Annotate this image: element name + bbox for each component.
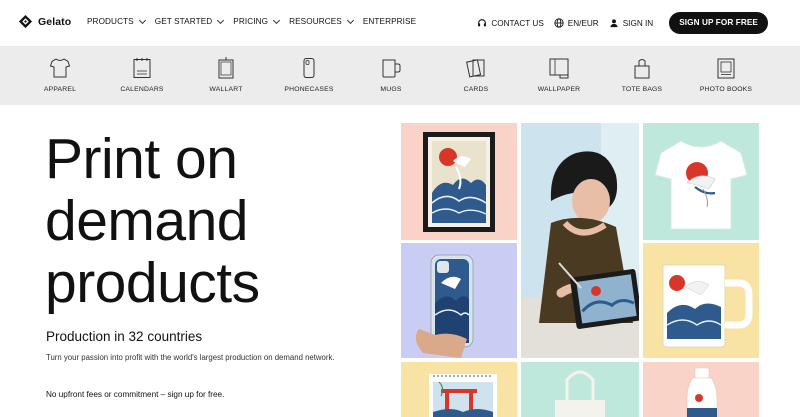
top-navigation: Gelato PRODUCTS GET STARTED PRICING RESO…	[0, 0, 800, 46]
locale-label: EN/EUR	[567, 18, 599, 28]
sign-up-button[interactable]: SIGN UP FOR FREE	[669, 12, 768, 34]
headset-icon	[478, 19, 487, 27]
photo-book-icon	[717, 58, 735, 79]
bottle-product-image	[643, 362, 759, 417]
hero-note: No upfront fees or commitment – sign up …	[46, 390, 225, 399]
calendar-icon	[133, 58, 151, 78]
tote-bag-illustration	[555, 370, 605, 417]
chevron-down-icon	[346, 16, 354, 24]
globe-icon	[554, 18, 564, 28]
chevron-down-icon	[273, 16, 281, 24]
sign-in-label: SIGN IN	[622, 18, 654, 28]
chevron-down-icon	[138, 16, 146, 24]
nav-enterprise[interactable]: ENTERPRISE	[363, 17, 416, 26]
category-label: APPAREL	[43, 86, 77, 93]
gelato-logo-icon	[18, 14, 33, 29]
tshirt-icon	[49, 58, 71, 78]
brand-logo[interactable]: Gelato	[18, 14, 71, 29]
nav-pricing-label: PRICING	[233, 17, 269, 26]
category-label: CARDS	[463, 86, 489, 93]
tshirt-product-image	[643, 123, 759, 240]
hero-title: Print on demand products	[45, 128, 260, 314]
sign-in-link[interactable]: SIGN IN	[609, 18, 653, 28]
wallpaper-icon	[549, 58, 569, 79]
tote-bag-icon	[634, 59, 650, 79]
category-wallpaper[interactable]: WALLPAPER	[535, 46, 583, 105]
category-wallart[interactable]: WALLART	[204, 46, 248, 105]
user-icon	[610, 19, 618, 28]
nav-enterprise-label: ENTERPRISE	[362, 17, 417, 26]
nav-get-started-label: GET STARTED	[154, 17, 213, 26]
category-cards[interactable]: CARDS	[461, 46, 491, 105]
wallart-icon	[218, 57, 234, 79]
category-mugs[interactable]: MUGS	[376, 46, 406, 105]
nav-products[interactable]: PRODUCTS	[87, 16, 146, 26]
category-apparel[interactable]: APPAREL	[40, 46, 80, 105]
contact-us-label: CONTACT US	[491, 18, 544, 28]
framed-print-illustration	[423, 132, 495, 232]
phonecase-icon	[303, 58, 315, 78]
framed-print-image	[401, 123, 517, 240]
artist-photo-illustration	[521, 123, 639, 358]
main-menu: PRODUCTS GET STARTED PRICING RESOURCES E…	[87, 16, 426, 26]
locale-selector[interactable]: EN/EUR	[554, 18, 599, 28]
category-label: WALLPAPER	[537, 86, 581, 93]
category-calendars[interactable]: CALENDARS	[118, 46, 166, 105]
hero-title-line: products	[45, 251, 260, 315]
nav-get-started[interactable]: GET STARTED	[154, 16, 225, 26]
cards-icon	[466, 59, 485, 78]
mug-illustration	[662, 264, 753, 348]
tshirt-illustration	[654, 140, 748, 230]
bottle-illustration	[686, 367, 718, 417]
category-label: WALLART	[209, 86, 243, 93]
brand-name: Gelato	[38, 15, 72, 28]
artist-drawing-photo	[521, 123, 639, 358]
hero-description: Turn your passion into profit with the w…	[46, 353, 335, 362]
hero-title-line: demand	[45, 189, 248, 253]
mug-icon	[382, 59, 401, 78]
calendar-illustration	[429, 374, 497, 417]
calendar-product-image	[401, 362, 517, 417]
phonecase-illustration	[415, 254, 474, 358]
mug-product-image	[643, 243, 759, 358]
phonecase-product-image	[401, 243, 517, 358]
category-photo-books[interactable]: PHOTO BOOKS	[698, 46, 754, 105]
nav-resources-label: RESOURCES	[289, 17, 342, 26]
nav-resources[interactable]: RESOURCES	[289, 16, 354, 26]
category-label: CALENDARS	[120, 86, 164, 93]
nav-utilities: CONTACT US EN/EUR SIGN IN SIGN UP FOR FR…	[477, 12, 768, 34]
category-label: TOTE BAGS	[621, 86, 663, 93]
nav-pricing[interactable]: PRICING	[233, 16, 281, 26]
category-label: MUGS	[380, 86, 402, 93]
hero-title-line: Print on	[45, 127, 238, 191]
category-phonecases[interactable]: PHONECASES	[284, 46, 334, 105]
category-label: PHOTO BOOKS	[699, 86, 753, 93]
contact-us-link[interactable]: CONTACT US	[477, 18, 544, 28]
chevron-down-icon	[217, 16, 225, 24]
tote-bag-product-image	[521, 362, 639, 417]
hero-subtitle: Production in 32 countries	[46, 329, 203, 344]
category-label: PHONECASES	[284, 86, 334, 93]
product-category-bar: APPAREL CALENDARS WALLART PHONECASES MUG…	[0, 46, 800, 105]
nav-products-label: PRODUCTS	[87, 17, 134, 26]
category-tote-bags[interactable]: TOTE BAGS	[620, 46, 664, 105]
